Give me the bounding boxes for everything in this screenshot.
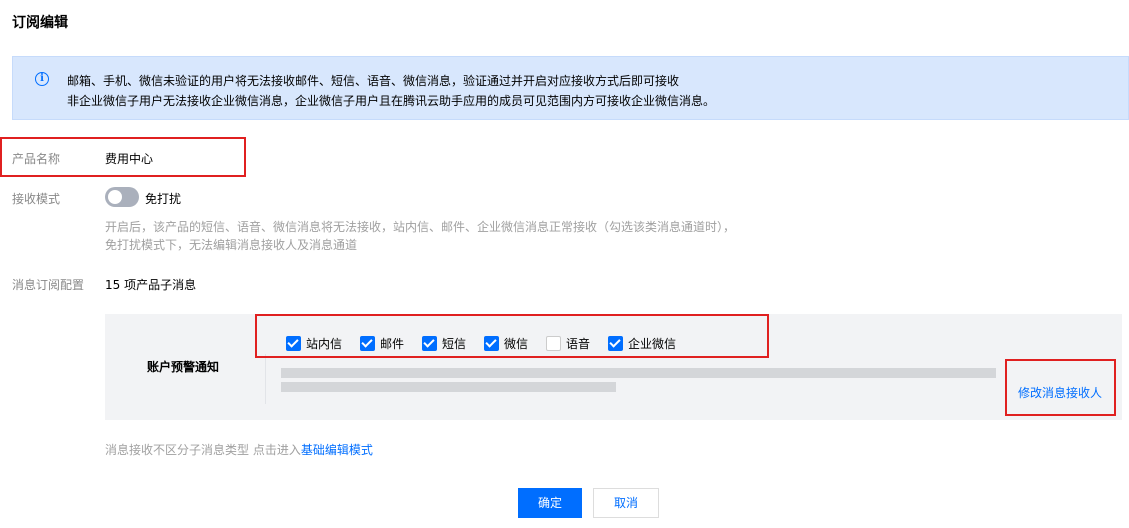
footer-hint-text: 消息接收不区分子消息类型 点击进入 (105, 443, 301, 457)
checkbox-email[interactable] (360, 336, 375, 351)
mode-hint-1: 开启后，该产品的短信、语音、微信消息将无法接收，站内信、邮件、企业微信消息正常接… (105, 220, 736, 234)
channel-label: 微信 (504, 337, 529, 351)
footer-hint: 消息接收不区分子消息类型 点击进入基础编辑模式 (105, 441, 373, 458)
info-icon: i (35, 72, 49, 86)
toggle-knob (108, 190, 122, 204)
channel-label: 语音 (566, 337, 591, 351)
channel-checkbox-site-message[interactable]: 站内信 (286, 335, 342, 352)
notice-line-2: 非企业微信子用户无法接收企业微信消息，企业微信子用户且在腾讯云助手应用的成员可见… (67, 94, 716, 108)
confirm-button[interactable]: 确定 (518, 488, 582, 518)
notice-line-1: 邮箱、手机、微信未验证的用户将无法接收邮件、短信、语音、微信消息，验证通过并开启… (67, 74, 680, 88)
mode-hint-2: 免打扰模式下，无法编辑消息接收人及消息通道 (105, 238, 358, 252)
channel-label: 短信 (442, 337, 467, 351)
panel-divider (265, 354, 266, 404)
channel-checkbox-wecom[interactable]: 企业微信 (608, 335, 676, 352)
channel-label: 企业微信 (628, 337, 677, 351)
checkbox-wecom[interactable] (608, 336, 623, 351)
account-alert-title: 账户预警通知 (147, 360, 220, 374)
do-not-disturb-toggle[interactable] (105, 187, 139, 207)
receive-mode-label: 接收模式 (12, 192, 61, 206)
channel-label: 站内信 (306, 337, 343, 351)
product-name-value: 费用中心 (105, 152, 154, 166)
channel-checkbox-wechat[interactable]: 微信 (484, 335, 528, 352)
channel-checkbox-sms[interactable]: 短信 (422, 335, 466, 352)
info-notice: i 邮箱、手机、微信未验证的用户将无法接收邮件、短信、语音、微信消息，验证通过并… (12, 56, 1129, 120)
do-not-disturb-label: 免打扰 (145, 192, 182, 206)
page-title: 订阅编辑 (12, 15, 68, 31)
basic-edit-mode-link[interactable]: 基础编辑模式 (301, 443, 373, 457)
subscription-config-label: 消息订阅配置 (12, 278, 85, 292)
cancel-button[interactable]: 取消 (593, 488, 659, 518)
edit-recipients-link[interactable]: 修改消息接收人 (1018, 384, 1102, 401)
product-name-label: 产品名称 (12, 152, 61, 166)
channel-checkbox-voice[interactable]: 语音 (546, 335, 590, 352)
checkbox-site-message[interactable] (286, 336, 301, 351)
channel-label: 邮件 (380, 337, 405, 351)
checkbox-wechat[interactable] (484, 336, 499, 351)
channel-checkbox-email[interactable]: 邮件 (360, 335, 404, 352)
checkbox-voice[interactable] (546, 336, 561, 351)
recipients-list-blurred (281, 366, 996, 396)
subscription-config-value: 15 项产品子消息 (105, 278, 197, 292)
checkbox-sms[interactable] (422, 336, 437, 351)
